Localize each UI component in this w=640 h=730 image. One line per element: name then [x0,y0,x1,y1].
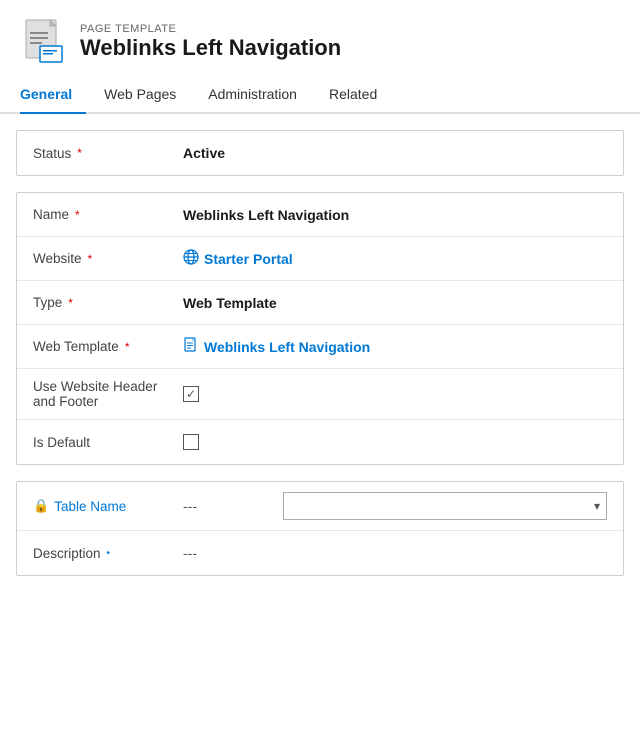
use-website-header-footer-label: Use Website Header and Footer [33,379,183,409]
status-value: Active [183,145,607,161]
is-default-label: Is Default [33,435,183,450]
table-section: 🔒 Table Name --- ▾ Description • --- [16,481,624,576]
tab-general[interactable]: General [20,76,86,114]
name-value: Weblinks Left Navigation [183,207,607,223]
tabs-bar: General Web Pages Administration Related [0,76,640,114]
use-website-header-footer-checkbox[interactable] [183,386,199,402]
description-required-dot: • [107,548,111,559]
description-row: Description • --- [17,531,623,575]
web-template-value: Weblinks Left Navigation [183,337,607,356]
web-template-field-row: Web Template * Weblinks Left Navigation [17,325,623,369]
name-label: Name * [33,207,183,222]
status-required-star: * [77,146,82,160]
table-name-dashes: --- [183,498,283,514]
tab-web-pages[interactable]: Web Pages [104,76,190,114]
is-default-row: Is Default [17,420,623,464]
website-required-star: * [88,252,93,266]
main-section: Name * Weblinks Left Navigation Website … [16,192,624,465]
page-header-text: PAGE TEMPLATE Weblinks Left Navigation [80,23,341,61]
web-template-link[interactable]: Weblinks Left Navigation [183,337,370,356]
table-name-label: 🔒 Table Name [33,498,183,514]
page-header: PAGE TEMPLATE Weblinks Left Navigation [0,0,640,76]
status-field-row: Status * Active [17,131,623,175]
website-field-row: Website * Starter Portal [17,237,623,281]
tab-related[interactable]: Related [329,76,391,114]
status-label: Status * [33,146,183,161]
status-section: Status * Active [16,130,624,176]
globe-icon [183,249,199,268]
name-required-star: * [75,208,80,222]
page-meta-label: PAGE TEMPLATE [80,23,341,35]
table-name-dropdown[interactable]: ▾ [283,492,607,520]
web-template-label: Web Template * [33,339,183,354]
website-link[interactable]: Starter Portal [183,249,293,268]
is-default-checkbox[interactable] [183,434,199,450]
chevron-down-icon: ▾ [594,499,600,513]
description-label: Description • [33,546,183,561]
use-website-header-footer-value [183,386,607,402]
type-value: Web Template [183,295,607,311]
lock-icon: 🔒 [33,498,49,514]
tab-administration[interactable]: Administration [208,76,311,114]
page-icon [20,18,68,66]
type-required-star: * [68,296,73,310]
type-label: Type * [33,295,183,310]
type-field-row: Type * Web Template [17,281,623,325]
table-name-row: 🔒 Table Name --- ▾ [17,482,623,531]
page-title: Weblinks Left Navigation [80,35,341,61]
doc-icon [183,337,199,356]
website-label: Website * [33,251,183,266]
description-value: --- [183,545,607,561]
website-value: Starter Portal [183,249,607,268]
is-default-value [183,434,607,450]
name-field-row: Name * Weblinks Left Navigation [17,193,623,237]
web-template-required-star: * [125,340,130,354]
use-website-header-footer-row: Use Website Header and Footer [17,369,623,420]
